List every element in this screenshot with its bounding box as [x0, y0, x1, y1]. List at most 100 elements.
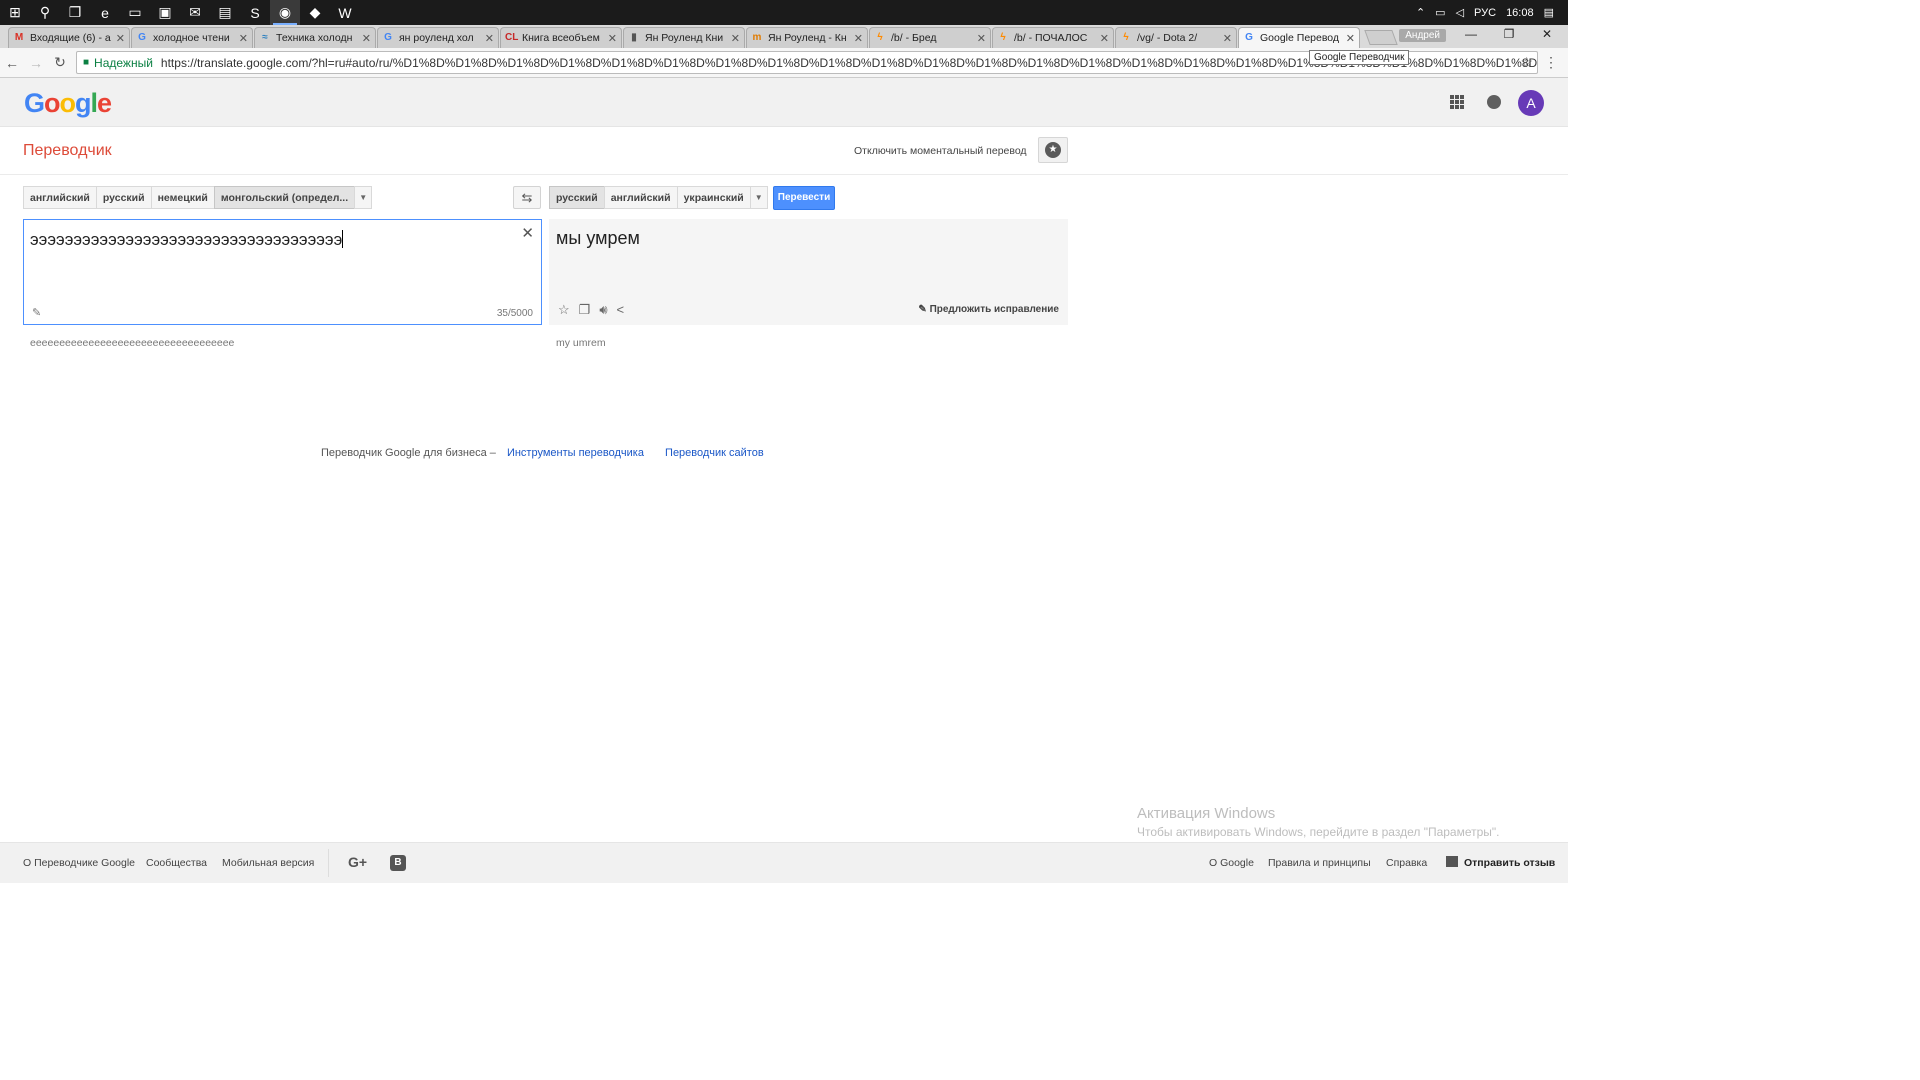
forward-icon[interactable]: →	[24, 55, 48, 71]
edge-icon[interactable]: e	[90, 0, 120, 25]
back-icon[interactable]: ←	[0, 55, 24, 71]
website-translator-link[interactable]: Переводчик сайтов	[665, 447, 764, 459]
language-option[interactable]: русский	[95, 186, 152, 209]
notifications-bell-icon[interactable]	[1487, 95, 1501, 109]
window-controls: — ❐ ✕	[1452, 27, 1566, 41]
tab-close-icon[interactable]: ✕	[485, 32, 494, 45]
result-transliteration: my umrem	[556, 337, 606, 349]
mail-icon[interactable]: ✉	[180, 0, 210, 25]
language-option[interactable]: русский	[549, 186, 605, 209]
google-header: Google A	[0, 78, 1568, 127]
tab-close-icon[interactable]: ✕	[731, 32, 740, 45]
volume-icon[interactable]: ◁	[1456, 6, 1464, 19]
browser-tab[interactable]: ▮ Ян Роуленд Кни ✕	[623, 27, 745, 48]
menu-icon[interactable]: ⋮	[1544, 54, 1558, 71]
result-panel: мы умрем ☆ ❐ 🔊︎ < ✎ Предложить исправлен…	[549, 219, 1068, 325]
footer-mobile-link[interactable]: Мобильная версия	[222, 857, 314, 869]
tab-favicon-icon: G	[138, 32, 146, 43]
skype-icon[interactable]: S	[240, 0, 270, 25]
notifications-icon[interactable]: ▤	[1544, 6, 1554, 19]
minimize-icon[interactable]: —	[1452, 27, 1490, 41]
restore-icon[interactable]: ❐	[1490, 27, 1528, 41]
swap-languages-icon[interactable]: ⇆	[513, 186, 541, 209]
language-option[interactable]: английский	[23, 186, 97, 209]
browser-tab[interactable]: ≈ Техника холодн ✕	[254, 27, 376, 48]
suggest-edit-button[interactable]: ✎ Предложить исправление	[918, 304, 1059, 315]
language-option[interactable]: украинский	[676, 186, 751, 209]
page-title[interactable]: Переводчик	[23, 142, 112, 160]
send-feedback-button[interactable]: Отправить отзыв	[1446, 856, 1555, 869]
close-window-icon[interactable]: ✕	[1528, 27, 1566, 41]
handwriting-pencil-icon[interactable]: ✎	[32, 306, 41, 319]
language-option[interactable]: английский	[603, 186, 678, 209]
google-logo[interactable]: Google	[24, 88, 112, 119]
footer-about-link[interactable]: О Переводчике Google	[23, 857, 135, 869]
tab-tooltip: Google Переводчик	[1309, 50, 1410, 65]
phrasebook-button[interactable]: ★	[1038, 137, 1068, 163]
store-icon[interactable]: ▣	[150, 0, 180, 25]
browser-tab[interactable]: ϟ/b/ - ПОЧАЛОС ✕	[992, 27, 1114, 48]
footer-about-google-link[interactable]: О Google	[1209, 857, 1254, 869]
source-textarea[interactable]: ээээээээээээээээээээээээээээээээээээ ✕ ✎…	[23, 219, 542, 325]
blogger-icon[interactable]: B	[390, 855, 406, 871]
clock[interactable]: 16:08	[1506, 7, 1534, 19]
tab-close-icon[interactable]: ✕	[608, 32, 617, 45]
network-icon[interactable]: ▭	[1435, 6, 1445, 19]
tab-close-icon[interactable]: ✕	[1223, 32, 1232, 45]
translate-button[interactable]: Перевести	[773, 186, 835, 210]
tab-close-icon[interactable]: ✕	[1100, 32, 1109, 45]
tab-close-icon[interactable]: ✕	[854, 32, 863, 45]
clear-text-icon[interactable]: ✕	[521, 224, 534, 242]
reload-icon[interactable]: ↻	[48, 54, 72, 71]
new-tab-button[interactable]	[1364, 30, 1398, 45]
copy-icon[interactable]: ❐	[579, 302, 591, 318]
source-text[interactable]: ээээээээээээээээээээээээээээээээээээ	[30, 230, 344, 250]
footer-privacy-link[interactable]: Правила и принципы	[1268, 857, 1371, 869]
translator-toolkit-link[interactable]: Инструменты переводчика	[507, 447, 644, 459]
save-icon[interactable]: ▤	[210, 0, 240, 25]
bookmark-star-icon[interactable]: ☆	[1520, 54, 1533, 71]
task-view-icon[interactable]: ❐	[60, 0, 90, 25]
tab-title: Входящие (6) - а	[30, 32, 111, 44]
footer-community-link[interactable]: Сообщества	[146, 857, 207, 869]
speaker-icon[interactable]: 🔊︎	[599, 302, 607, 318]
system-tray: ⌃ ▭ ◁ РУС 16:08 ▤	[1416, 6, 1568, 20]
profile-button[interactable]: Андрей	[1399, 29, 1446, 42]
business-prefix: Переводчик Google для бизнеса –	[321, 447, 496, 459]
page-footer: О Переводчике Google Сообщества Мобильна…	[0, 842, 1568, 883]
tab-close-icon[interactable]: ✕	[1346, 32, 1355, 45]
chevron-up-icon[interactable]: ⌃	[1416, 6, 1425, 19]
windows-start-icon[interactable]: ⊞	[0, 0, 30, 25]
star-icon[interactable]: ☆	[558, 302, 570, 318]
share-icon[interactable]: <	[617, 302, 625, 318]
browser-tab[interactable]: m Ян Роуленд - Кн ✕	[746, 27, 868, 48]
chrome-icon[interactable]: ◉	[270, 0, 300, 25]
chevron-down-icon[interactable]: ▼	[354, 186, 373, 209]
browser-tab[interactable]: ϟ/b/ - Бред ✕	[869, 27, 991, 48]
instant-translation-toggle[interactable]: Отключить моментальный перевод	[854, 145, 1027, 157]
chevron-down-icon[interactable]: ▼	[749, 186, 768, 209]
footer-help-link[interactable]: Справка	[1386, 857, 1427, 869]
tab-close-icon[interactable]: ✕	[116, 32, 125, 45]
browser-tab[interactable]: Gян роуленд хол ✕	[377, 27, 499, 48]
tab-close-icon[interactable]: ✕	[239, 32, 248, 45]
input-language[interactable]: РУС	[1474, 7, 1496, 19]
language-option[interactable]: монгольский (определ...	[213, 186, 356, 209]
search-icon[interactable]: ⚲	[30, 0, 60, 25]
avatar[interactable]: A	[1518, 90, 1544, 116]
tab-close-icon[interactable]: ✕	[362, 32, 371, 45]
google-plus-icon[interactable]: G+	[348, 854, 367, 870]
app-icon[interactable]: ◆	[300, 0, 330, 25]
apps-grid-icon[interactable]	[1450, 95, 1464, 109]
file-explorer-icon[interactable]: ▭	[120, 0, 150, 25]
browser-tab[interactable]: G Google Перевод ✕	[1238, 27, 1360, 48]
browser-tab[interactable]: Gхолодное чтени ✕	[131, 27, 253, 48]
tab-close-icon[interactable]: ✕	[977, 32, 986, 45]
language-option[interactable]: немецкий	[150, 186, 215, 209]
browser-tab[interactable]: ϟ/vg/ - Dota 2/ ✕	[1115, 27, 1237, 48]
tab-favicon-icon: ϟ	[1123, 32, 1129, 43]
secure-label: Надежный	[94, 55, 153, 70]
browser-tab[interactable]: M Входящие (6) - а ✕	[8, 27, 130, 48]
browser-tab[interactable]: CL Книга всеобъем ✕	[500, 27, 622, 48]
word-icon[interactable]: W	[330, 0, 360, 25]
